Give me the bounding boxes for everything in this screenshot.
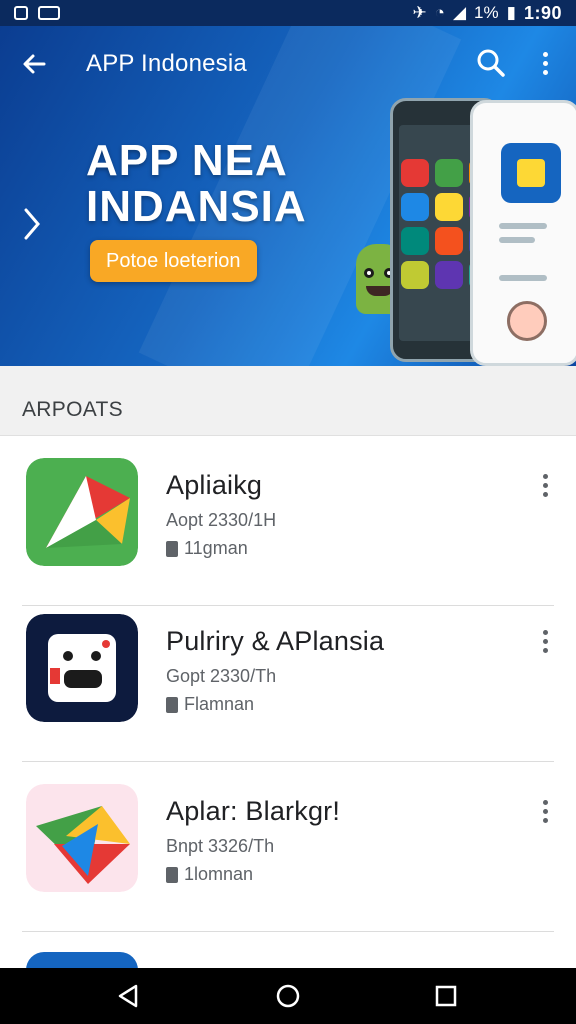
arrow-left-icon (23, 54, 46, 74)
hero-banner[interactable]: APP Indonesia APP NEA INDANSIA Potoe loe… (0, 26, 576, 366)
nfc-icon: ✈ (412, 3, 427, 22)
nav-home-icon (276, 984, 300, 1008)
system-nav-bar (0, 968, 576, 1024)
app-meta-text: Flamnan (184, 694, 255, 714)
search-icon (477, 49, 505, 77)
app-bar: APP Indonesia (0, 42, 576, 86)
app-title: Pulriry & APlansia (166, 626, 385, 656)
section-title: ARPOATS (22, 398, 123, 421)
size-icon (166, 540, 178, 557)
more-vert-icon (532, 470, 558, 500)
status-bar: ✈ ◔ ◢ 1% ▮ 1:90 (0, 0, 576, 26)
app-title: Apliaikg (166, 470, 263, 500)
app-title: Aplar: Blarkgr! (166, 796, 341, 826)
app-logo-icon (26, 784, 138, 892)
list-item[interactable]: Aplar: Blarkgr! Bnpt 3326/Th 1lomnan (0, 762, 576, 932)
status-right: ✈ ◔ ◢ 1% ▮ 1:90 (412, 3, 562, 24)
more-vert-icon (530, 46, 560, 80)
message-icon (38, 6, 60, 20)
app-meta: 1lomnan (166, 864, 253, 885)
list-item[interactable]: Apliaikg Aopt 2330/1H 11gman (0, 436, 576, 606)
item-overflow-button[interactable] (532, 470, 558, 500)
nav-recents-icon (435, 985, 457, 1007)
section-header: ARPOATS (0, 366, 576, 436)
app-meta-text: 1lomnan (184, 864, 254, 884)
app-meta: Flamnan (166, 694, 254, 715)
app-subtitle: Aopt 2330/1H (166, 510, 277, 530)
chevron-right-icon (24, 208, 40, 240)
banner-headline-line1: APP NEA (86, 136, 288, 185)
app-icon (26, 784, 138, 892)
app-meta: 11gman (166, 538, 248, 559)
size-icon (166, 866, 178, 883)
more-vert-icon (532, 796, 558, 826)
overflow-menu-button[interactable] (530, 46, 560, 80)
back-button[interactable] (18, 48, 50, 80)
banner-headline: APP NEA INDANSIA (86, 138, 307, 230)
app-subtitle: Gopt 2330/Th (166, 666, 277, 686)
search-button[interactable] (474, 46, 508, 80)
app-icon (26, 458, 138, 566)
app-logo-icon (26, 458, 138, 566)
status-left (14, 6, 60, 20)
nav-back-icon (118, 984, 138, 1008)
divider (22, 931, 554, 932)
nav-home-button[interactable] (272, 980, 304, 1012)
more-vert-icon (532, 626, 558, 656)
notification-icon (14, 6, 28, 20)
item-overflow-button[interactable] (532, 626, 558, 656)
banner-headline-line2: INDANSIA (86, 182, 307, 231)
banner-cta-chip[interactable]: Potoe loeterion (90, 240, 257, 282)
signal-icon: ◢ (452, 3, 467, 22)
nav-back-button[interactable] (112, 980, 144, 1012)
app-icon (26, 614, 138, 722)
status-time: 1:90 (523, 2, 562, 23)
wifi-icon: ◔ (434, 3, 445, 22)
list-item[interactable]: Pulriry & APlansia Gopt 2330/Th Flamnan (0, 592, 576, 762)
size-icon (166, 696, 178, 713)
battery-icon: ▮ (506, 3, 516, 22)
app-logo-icon (26, 614, 138, 722)
battery-level: 1% (474, 3, 499, 22)
nav-recents-button[interactable] (430, 980, 462, 1012)
app-meta-text: 11gman (184, 538, 248, 558)
carousel-next-button[interactable] (20, 204, 44, 253)
app-subtitle: Bnpt 3326/Th (166, 836, 275, 856)
item-overflow-button[interactable] (532, 796, 558, 826)
page-title: APP Indonesia (86, 50, 247, 77)
phone-illustration-light (470, 100, 576, 366)
